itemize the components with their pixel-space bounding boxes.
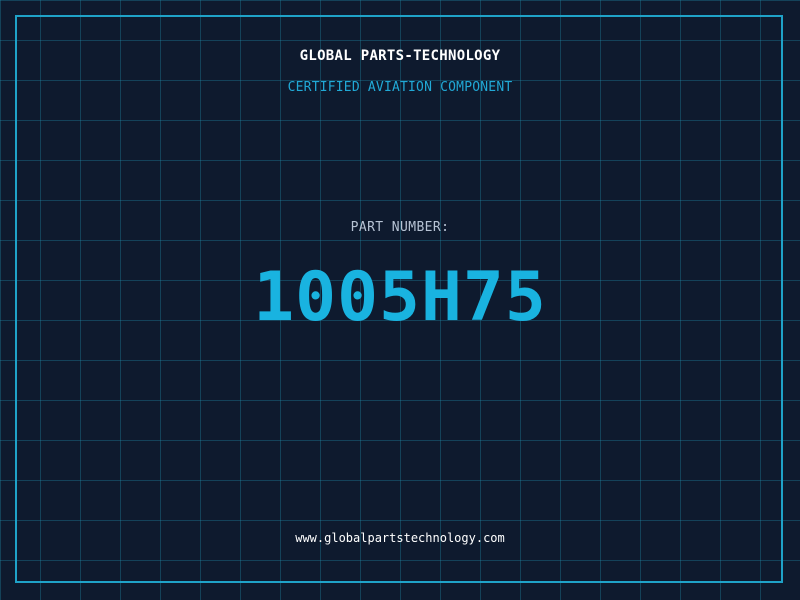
company-name: GLOBAL PARTS-TECHNOLOGY: [299, 48, 501, 64]
certification-subtitle: CERTIFIED AVIATION COMPONENT: [287, 80, 513, 95]
part-number-value: 1005H75: [253, 258, 547, 337]
part-number-label: PART NUMBER:: [350, 220, 450, 235]
part-label-card: GLOBAL PARTS-TECHNOLOGY CERTIFIED AVIATI…: [0, 0, 800, 600]
website-url: www.globalpartstechnology.com: [295, 531, 505, 545]
